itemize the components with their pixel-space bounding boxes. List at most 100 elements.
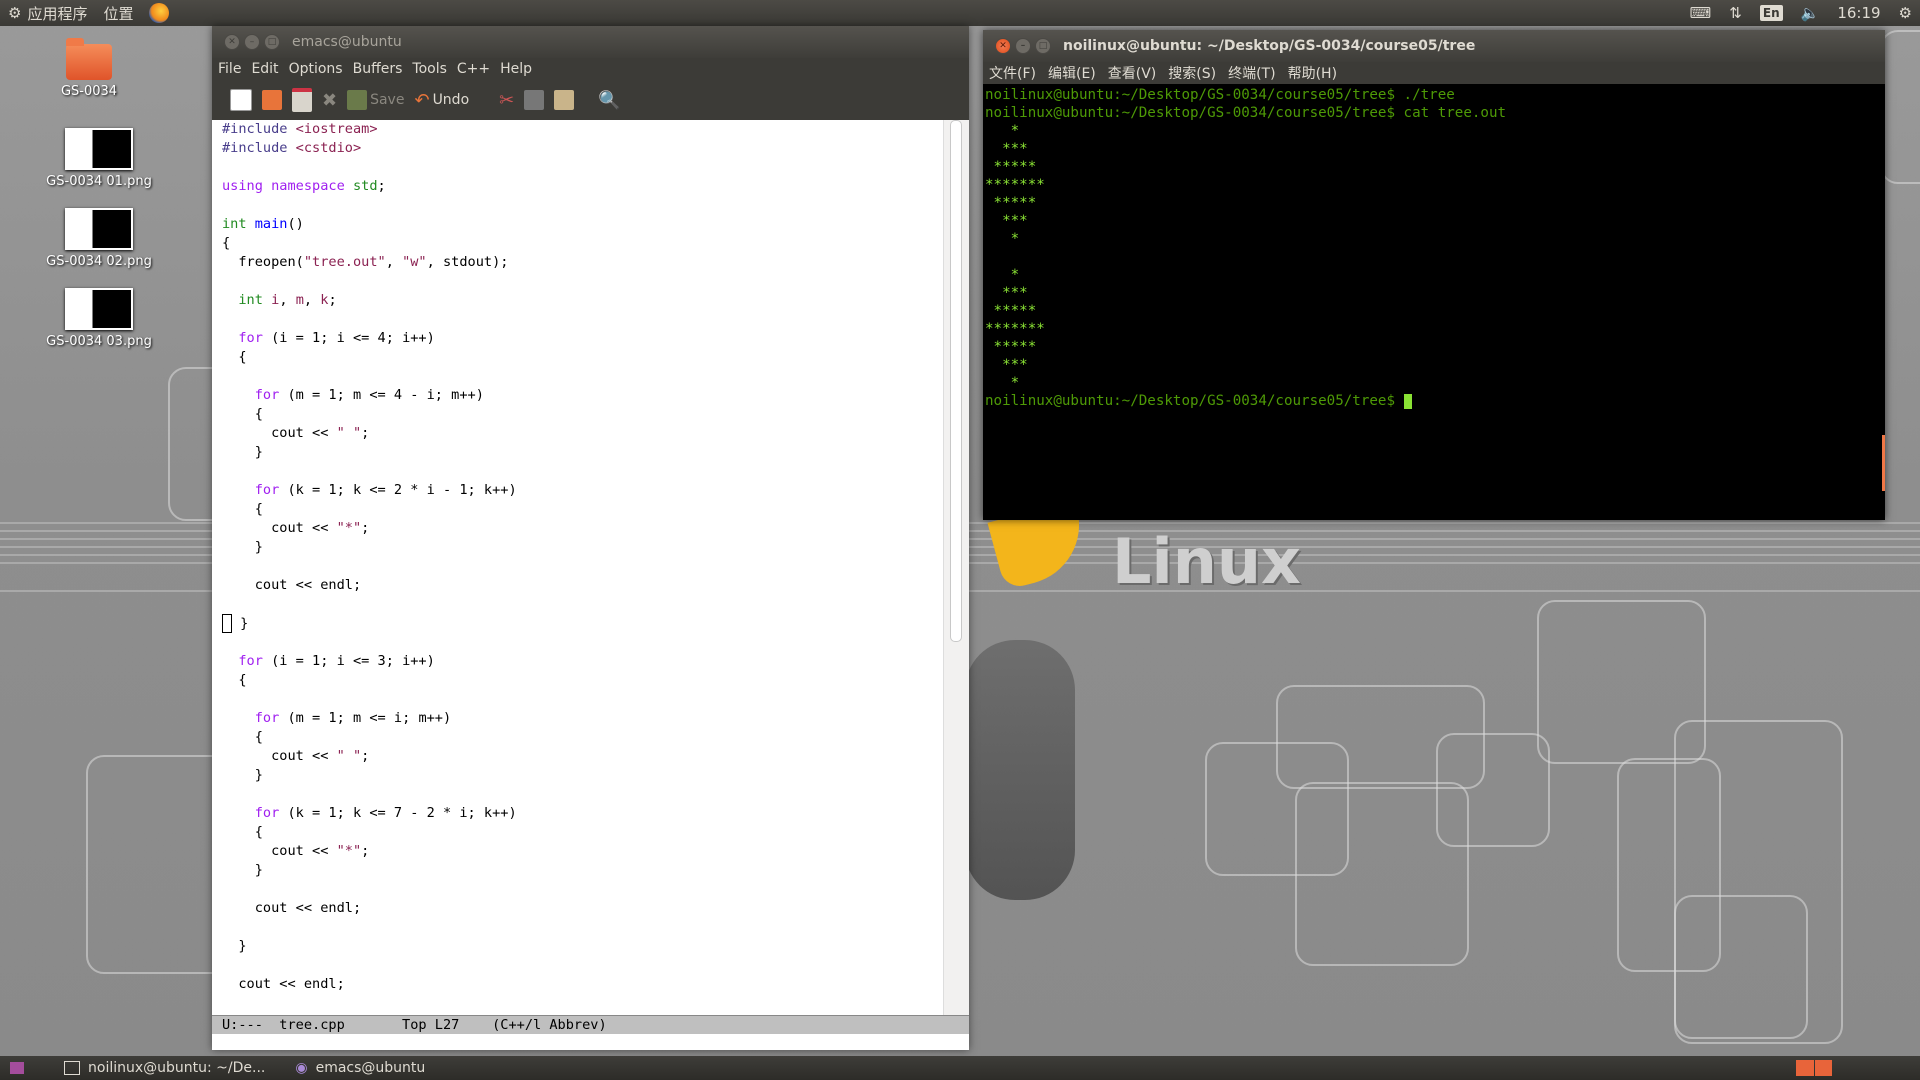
terminal-icon	[64, 1061, 80, 1075]
menu-view[interactable]: 查看(V)	[1108, 63, 1157, 83]
code-line: {	[222, 672, 247, 688]
menu-file[interactable]: 文件(F)	[989, 63, 1036, 83]
taskbar-item-terminal[interactable]: noilinux@ubuntu: ~/De...	[54, 1056, 275, 1080]
code-line: {	[222, 729, 263, 745]
places-menu[interactable]: 位置	[95, 3, 141, 24]
dired-button[interactable]	[292, 88, 312, 112]
new-file-button[interactable]	[230, 89, 252, 111]
code-line: for (m = 1; m <= 4 - i; m++)	[254, 387, 484, 403]
taskbar-item-label: noilinux@ubuntu: ~/De...	[88, 1060, 266, 1076]
terminal-line: noilinux@ubuntu:~/Desktop/GS-0034/course…	[985, 105, 1507, 121]
undo-label: Undo	[432, 92, 470, 108]
save-button[interactable]: Save	[347, 90, 404, 110]
code-line: }	[222, 614, 248, 633]
minimize-icon[interactable]: –	[1015, 38, 1031, 54]
menu-buffers[interactable]: Buffers	[353, 61, 403, 77]
close-icon[interactable]: ✕	[224, 34, 240, 50]
save-label: Save	[370, 92, 405, 108]
code-line: #include <cstdio>	[222, 140, 362, 156]
image-thumbnail-icon	[65, 208, 133, 250]
editor-scrollbar[interactable]	[943, 120, 969, 1015]
scissors-icon: ✂	[499, 89, 515, 111]
emacs-window[interactable]: ✕ – □ emacs@ubuntu File Edit Options Buf…	[212, 26, 969, 1050]
maximize-icon[interactable]: □	[1035, 38, 1051, 54]
terminal-resize-edge[interactable]	[1882, 435, 1885, 491]
desktop-icon-image[interactable]: GS-0034 01.png	[44, 128, 154, 189]
undo-button[interactable]: ↶ Undo	[414, 90, 469, 111]
close-icon[interactable]: ✕	[995, 38, 1011, 54]
code-editor[interactable]: #include <iostream> #include <cstdio> us…	[212, 120, 944, 1015]
open-folder-button[interactable]	[262, 90, 282, 110]
emacs-titlebar[interactable]: ✕ – □ emacs@ubuntu	[212, 26, 969, 58]
applications-menu[interactable]: ⚙ 应用程序	[0, 3, 95, 24]
menu-edit[interactable]: 编辑(E)	[1048, 63, 1096, 83]
workspace-switcher[interactable]	[1796, 1060, 1832, 1076]
desktop-icon-label: GS-0034 02.png	[46, 254, 152, 269]
taskbar-item-emacs[interactable]: ◉ emacs@ubuntu	[285, 1056, 435, 1080]
terminal-window[interactable]: ✕ – □ noilinux@ubuntu: ~/Desktop/GS-0034…	[983, 30, 1885, 520]
new-file-icon	[230, 89, 252, 111]
terminal-output[interactable]: noilinux@ubuntu:~/Desktop/GS-0034/course…	[983, 86, 1883, 520]
scrollbar-thumb[interactable]	[950, 120, 962, 642]
undo-arrow-icon: ↶	[414, 89, 430, 111]
ubuntu-logo-icon: ⚙	[8, 4, 22, 22]
terminal-line: *****	[985, 339, 1037, 355]
emacs-menubar: File Edit Options Buffers Tools C++ Help	[212, 58, 969, 80]
maximize-icon[interactable]: □	[264, 34, 280, 50]
menu-search[interactable]: 搜索(S)	[1168, 63, 1216, 83]
code-line: cout << "*";	[222, 843, 370, 859]
code-line: int main()	[222, 216, 304, 232]
minimize-icon[interactable]: –	[244, 34, 260, 50]
menu-help[interactable]: Help	[500, 61, 532, 77]
menu-help[interactable]: 帮助(H)	[1288, 63, 1337, 83]
code-line: }	[222, 444, 263, 460]
desktop-icon-image[interactable]: GS-0034 02.png	[44, 208, 154, 269]
terminal-line: *****	[985, 159, 1037, 175]
terminal-prompt: noilinux@ubuntu:~/Desktop/GS-0034/course…	[985, 393, 1404, 409]
cut-button[interactable]: ✂	[499, 90, 514, 111]
menu-file[interactable]: File	[218, 61, 241, 77]
linux-wallpaper-logo: Linux	[1112, 525, 1302, 598]
menu-tools[interactable]: Tools	[412, 61, 447, 77]
code-line: }	[222, 767, 263, 783]
copy-button[interactable]	[524, 90, 545, 110]
text-cursor	[222, 614, 232, 633]
network-icon[interactable]: ⇅	[1729, 4, 1742, 22]
wallpaper-shape	[1674, 895, 1808, 1039]
emacs-minibuffer[interactable]	[212, 1034, 969, 1050]
show-desktop-icon	[10, 1062, 24, 1074]
show-desktop-button[interactable]	[0, 1056, 34, 1080]
clock[interactable]: 16:19	[1837, 4, 1880, 22]
code-line: for (m = 1; m <= i; m++)	[254, 710, 452, 726]
code-line: {	[222, 349, 247, 365]
search-button[interactable]: 🔍	[598, 90, 620, 111]
menu-edit[interactable]: Edit	[251, 61, 278, 77]
keyboard-icon[interactable]: ⌨	[1690, 4, 1712, 22]
save-icon	[347, 90, 368, 110]
penguin-shadow	[965, 640, 1075, 900]
menu-terminal[interactable]: 终端(T)	[1228, 63, 1275, 83]
menu-options[interactable]: Options	[289, 61, 343, 77]
paste-button[interactable]	[554, 90, 575, 110]
copy-icon	[524, 90, 545, 110]
image-thumbnail-icon	[65, 128, 133, 170]
folder-icon	[66, 38, 112, 80]
code-line: }	[222, 862, 263, 878]
code-line: }	[222, 938, 247, 954]
desktop-icon-folder[interactable]: GS-0034	[34, 38, 144, 99]
workspace-2[interactable]	[1814, 1060, 1832, 1076]
taskbar-item-label: emacs@ubuntu	[315, 1060, 426, 1076]
workspace-1[interactable]	[1796, 1060, 1814, 1076]
terminal-titlebar[interactable]: ✕ – □ noilinux@ubuntu: ~/Desktop/GS-0034…	[983, 30, 1885, 62]
desktop-icon-image[interactable]: GS-0034 03.png	[44, 288, 154, 349]
volume-icon[interactable]: 🔈	[1801, 4, 1820, 22]
terminal-line: *****	[985, 195, 1037, 211]
settings-gear-icon[interactable]: ⚙	[1899, 4, 1912, 22]
code-line: {	[222, 501, 263, 517]
input-language-indicator[interactable]: En	[1759, 5, 1783, 21]
code-line: for (i = 1; i <= 3; i++)	[238, 653, 435, 669]
top-panel: ⚙ 应用程序 位置 ⌨ ⇅ En 🔈 16:19 ⚙	[0, 0, 1920, 26]
kill-buffer-button[interactable]: ✖	[322, 90, 337, 111]
firefox-launcher[interactable]	[141, 3, 177, 23]
menu-cpp[interactable]: C++	[457, 61, 490, 77]
